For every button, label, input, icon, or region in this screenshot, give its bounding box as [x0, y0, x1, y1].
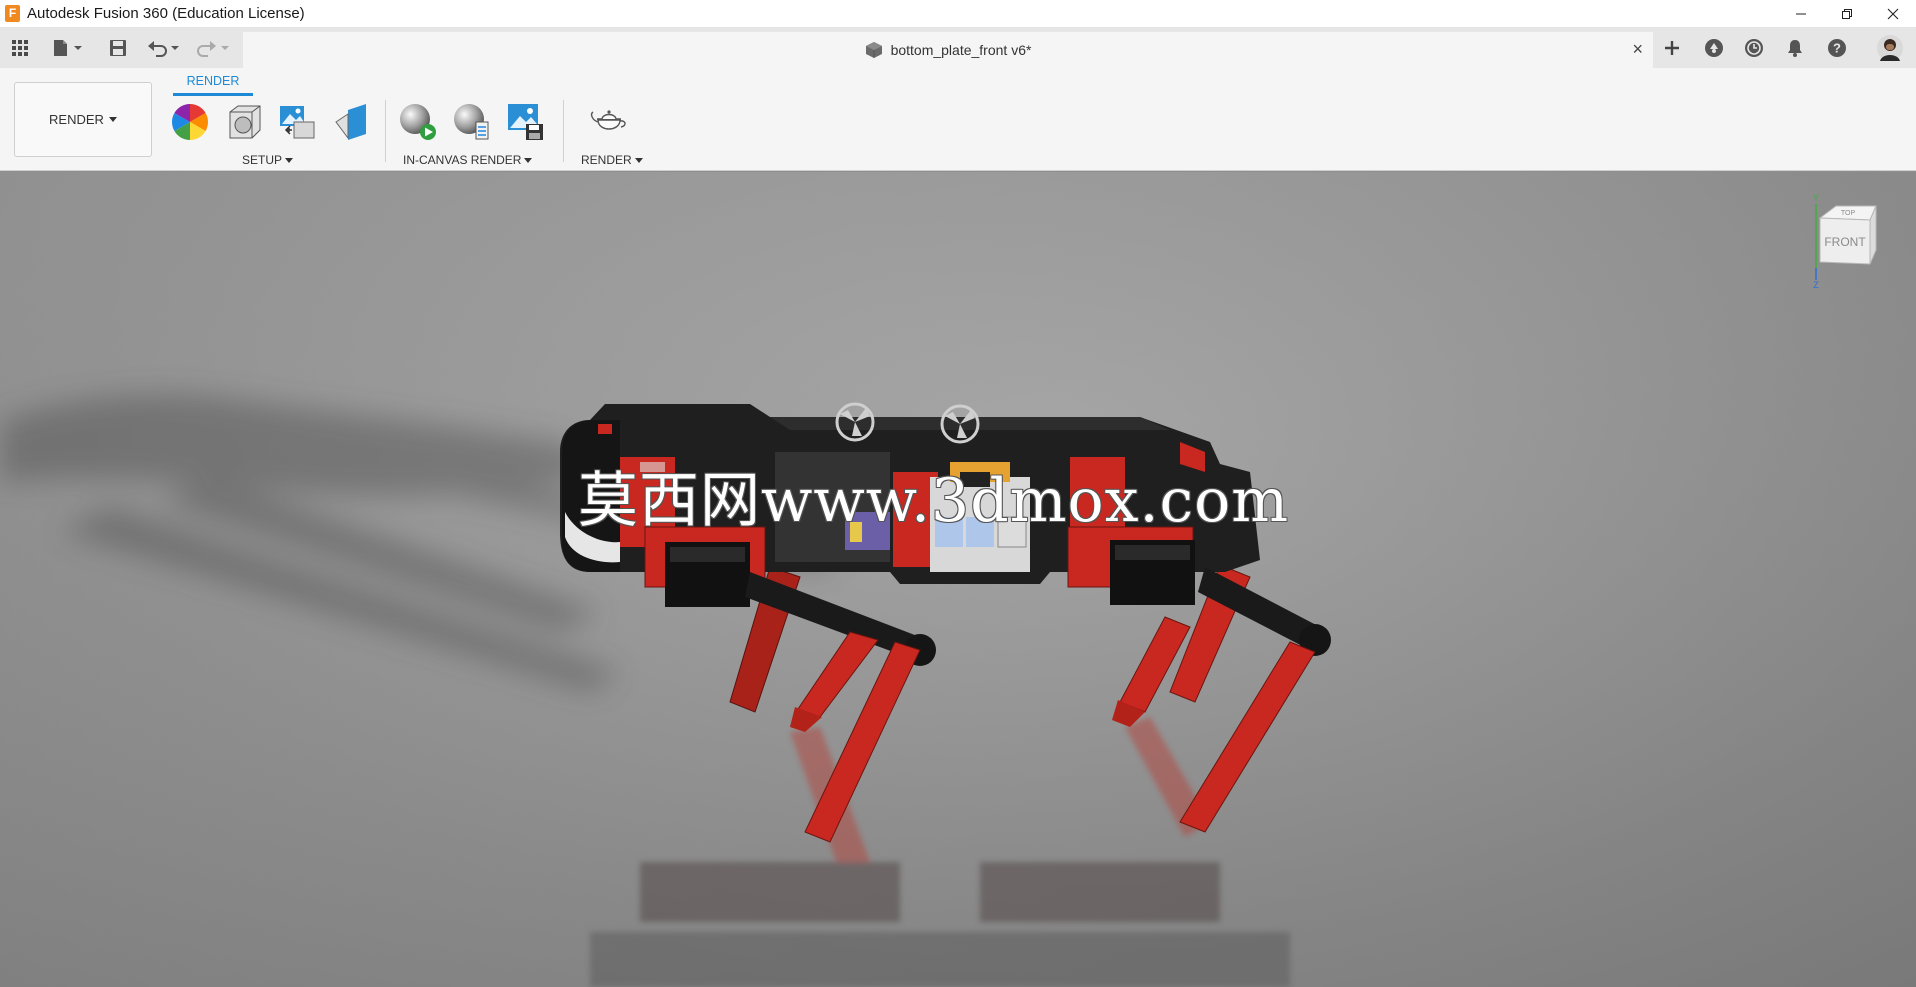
component-box-icon [865, 42, 882, 58]
job-status-icon[interactable] [1742, 36, 1766, 60]
undo-button[interactable] [146, 36, 182, 60]
minimize-button[interactable] [1778, 0, 1824, 28]
watermark-text: 莫西网www.3dmox.com [578, 466, 1290, 536]
tab-render[interactable]: RENDER [173, 74, 253, 88]
window-controls [1778, 0, 1916, 28]
file-icon [54, 40, 82, 56]
appearance-icon[interactable] [170, 102, 210, 142]
workspace-switcher-button[interactable]: RENDER [14, 82, 152, 157]
viewcube-top-face[interactable]: TOP [1841, 210, 1856, 217]
window-title: Autodesk Fusion 360 (Education License) [27, 5, 305, 22]
in-canvas-render-icon[interactable] [398, 102, 438, 142]
viewcube[interactable]: Y Z TOP FRONT [1806, 188, 1890, 290]
active-tab-indicator [173, 93, 253, 96]
document-tab-bar: bottom_plate_front v6* × ? [0, 28, 1916, 68]
render-scene [0, 172, 1916, 987]
group-divider [563, 100, 564, 162]
viewcube-axis-z: Z [1813, 280, 1819, 288]
viewport-canvas[interactable]: 莫西网www.3dmox.com Y Z TOP FRONT [0, 172, 1916, 987]
restore-icon [1842, 9, 1852, 19]
workspace-label: RENDER [49, 112, 104, 127]
scene-settings-icon[interactable] [224, 102, 264, 142]
extensions-icon[interactable] [1702, 36, 1726, 60]
data-panel-grid-icon[interactable] [8, 36, 32, 60]
in-canvas-render-settings-icon[interactable] [452, 102, 492, 142]
texture-map-icon[interactable] [278, 102, 318, 142]
toolbar-ribbon: RENDER RENDER SETUP IN-CANVAS RENDER REN… [0, 68, 1916, 171]
chevron-down-icon [108, 117, 117, 122]
close-icon [1887, 8, 1899, 20]
document-tab[interactable]: bottom_plate_front v6* × [243, 32, 1653, 68]
save-icon[interactable] [106, 36, 130, 60]
redo-icon [197, 41, 229, 57]
group-divider [385, 100, 386, 162]
render-teapot-icon[interactable] [588, 102, 628, 142]
file-menu-button[interactable] [49, 36, 87, 60]
close-tab-button[interactable]: × [1632, 40, 1643, 58]
close-window-button[interactable] [1870, 0, 1916, 28]
redo-button[interactable] [196, 36, 232, 60]
minimize-icon [1796, 13, 1806, 15]
capture-image-icon[interactable] [506, 102, 546, 142]
restore-button[interactable] [1824, 0, 1870, 28]
decal-icon[interactable] [332, 102, 372, 142]
help-icon[interactable]: ? [1825, 36, 1849, 60]
fusion-logo-icon: F [5, 5, 20, 22]
new-tab-plus-icon[interactable] [1660, 36, 1684, 60]
svg-text:?: ? [1833, 41, 1841, 56]
user-avatar[interactable] [1876, 34, 1904, 62]
title-bar: F Autodesk Fusion 360 (Education License… [0, 0, 1916, 28]
document-title: bottom_plate_front v6* [890, 42, 1032, 58]
undo-icon [148, 41, 179, 57]
group-label-render[interactable]: RENDER [581, 153, 643, 167]
group-label-in-canvas-render[interactable]: IN-CANVAS RENDER [403, 153, 533, 167]
notifications-bell-icon[interactable] [1783, 36, 1807, 60]
viewcube-front-face[interactable]: FRONT [1824, 235, 1866, 249]
viewcube-axis-y: Y [1813, 193, 1819, 203]
group-label-setup[interactable]: SETUP [242, 153, 294, 167]
